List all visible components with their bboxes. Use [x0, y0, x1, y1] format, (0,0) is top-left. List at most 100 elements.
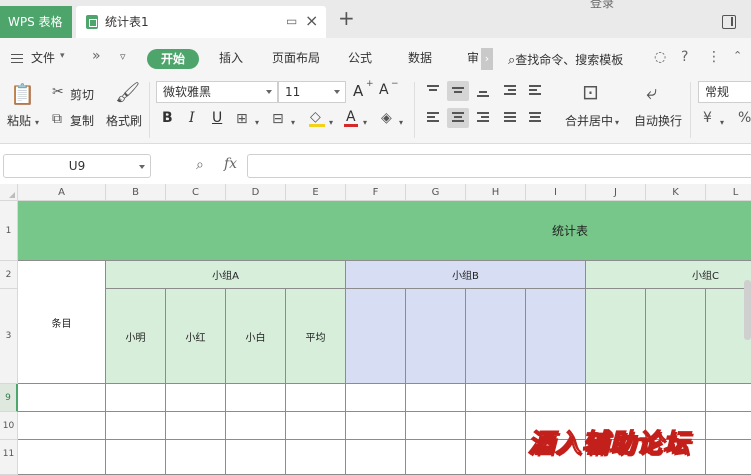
tab-page-layout[interactable]: 页面布局 — [272, 51, 320, 65]
shrink-font-button[interactable]: A — [379, 82, 389, 98]
column-header-j[interactable]: J — [586, 184, 646, 201]
table-cell[interactable] — [346, 440, 406, 475]
font-name-select[interactable]: 微软雅黑 — [156, 81, 278, 103]
scissors-icon[interactable]: ✂ — [52, 85, 64, 99]
table-cell[interactable] — [286, 412, 346, 440]
currency-icon[interactable]: ¥ — [703, 111, 712, 125]
table-cell[interactable] — [226, 384, 286, 412]
underline-button[interactable]: U — [212, 110, 222, 126]
insert-function-button[interactable]: fx — [224, 156, 237, 172]
item-header-cell[interactable]: 条目 — [18, 261, 106, 384]
column-header-g[interactable]: G — [406, 184, 466, 201]
justify-button[interactable] — [499, 108, 521, 128]
table-cell[interactable] — [706, 384, 751, 412]
row-header-3[interactable]: 3 — [0, 289, 18, 384]
group-b-header[interactable]: 小组B — [346, 261, 586, 289]
average-cell[interactable] — [526, 289, 586, 384]
grow-font-button[interactable]: A — [353, 82, 363, 100]
cell-style-icon[interactable]: ⊟ — [272, 112, 284, 126]
tab-review[interactable]: 审 — [467, 51, 479, 65]
table-cell[interactable] — [406, 440, 466, 475]
member-cell[interactable] — [586, 289, 646, 384]
border-icon[interactable]: ⊞ — [236, 112, 248, 126]
align-left-button[interactable] — [422, 108, 444, 128]
column-header-l[interactable]: L — [706, 184, 751, 201]
increase-indent-button[interactable] — [524, 81, 546, 101]
table-cell[interactable] — [18, 384, 106, 412]
decrease-indent-button[interactable] — [499, 81, 521, 101]
row-header-1[interactable]: 1 — [0, 201, 18, 261]
paste-icon[interactable]: 📋 — [10, 84, 35, 104]
align-bottom-button[interactable] — [472, 81, 494, 101]
tab-data[interactable]: 数据 — [408, 51, 432, 65]
app-tab-wps[interactable]: WPS 表格 — [0, 6, 72, 38]
table-cell[interactable] — [466, 412, 526, 440]
average-cell[interactable]: 平均 — [286, 289, 346, 384]
tab-document[interactable]: 统计表1 ▭ × — [76, 6, 326, 38]
table-cell[interactable] — [226, 412, 286, 440]
column-header-e[interactable]: E — [286, 184, 346, 201]
eraser-icon[interactable]: ◈ — [381, 111, 392, 125]
double-chevron-icon[interactable]: » — [92, 48, 101, 64]
number-format-select[interactable]: 常规 — [698, 81, 751, 103]
chevron-down-icon[interactable]: ▾ — [291, 116, 295, 130]
row-header-10[interactable]: 10 — [0, 412, 18, 440]
table-cell[interactable] — [18, 440, 106, 475]
tab-home[interactable]: 开始 — [147, 49, 200, 69]
font-color-button[interactable]: A — [346, 109, 356, 125]
table-title-cell[interactable]: 统计表 — [18, 201, 751, 261]
column-header-a[interactable]: A — [18, 184, 106, 201]
merge-center-button[interactable]: 合并居中 — [565, 112, 613, 129]
font-size-select[interactable]: 11 — [278, 81, 346, 103]
column-header-d[interactable]: D — [226, 184, 286, 201]
table-cell[interactable] — [18, 412, 106, 440]
select-all-corner[interactable] — [0, 184, 18, 201]
column-header-k[interactable]: K — [646, 184, 706, 201]
group-c-header[interactable]: 小组C — [586, 261, 751, 289]
name-box[interactable]: U9 — [3, 154, 151, 178]
tab-insert[interactable]: 插入 — [219, 51, 243, 65]
wrap-text-icon[interactable]: ⤶ — [646, 82, 657, 102]
table-cell[interactable] — [166, 440, 226, 475]
row-header-11[interactable]: 11 — [0, 440, 18, 475]
table-cell[interactable] — [106, 384, 166, 412]
vertical-scrollbar[interactable] — [744, 280, 751, 340]
screen-icon[interactable]: ▭ — [286, 14, 297, 28]
collapse-ribbon-icon[interactable]: ⌃ — [733, 49, 742, 62]
table-cell[interactable] — [106, 440, 166, 475]
table-cell[interactable] — [406, 384, 466, 412]
column-header-c[interactable]: C — [166, 184, 226, 201]
chevron-down-icon[interactable]: ▾ — [255, 116, 259, 130]
formula-input[interactable] — [247, 154, 751, 178]
login-link[interactable]: 登录 — [590, 0, 614, 11]
table-cell[interactable] — [466, 440, 526, 475]
table-cell[interactable] — [286, 440, 346, 475]
member-cell[interactable] — [646, 289, 706, 384]
wrap-text-button[interactable]: 自动换行 — [634, 112, 682, 129]
table-cell[interactable] — [166, 412, 226, 440]
comment-icon[interactable]: ◌ — [654, 49, 666, 65]
chevron-down-icon[interactable]: ▾ — [399, 116, 403, 130]
table-cell[interactable] — [466, 384, 526, 412]
chevron-down-icon[interactable]: ▾ — [363, 116, 367, 130]
chevron-down-icon[interactable]: ▾ — [720, 116, 724, 130]
table-cell[interactable] — [226, 440, 286, 475]
cut-button[interactable]: 剪切 — [70, 86, 94, 103]
table-cell[interactable] — [346, 384, 406, 412]
table-cell[interactable] — [286, 384, 346, 412]
tab-formulas[interactable]: 公式 — [348, 51, 372, 65]
more-options-icon[interactable]: ⋮ — [707, 49, 721, 65]
align-middle-button[interactable] — [447, 81, 469, 101]
column-header-b[interactable]: B — [106, 184, 166, 201]
close-tab-icon[interactable]: × — [305, 11, 318, 30]
group-a-header[interactable]: 小组A — [106, 261, 346, 289]
table-cell[interactable] — [586, 384, 646, 412]
chevron-down-icon[interactable]: ▿ — [120, 50, 126, 63]
menu-file[interactable]: 文件 — [31, 51, 55, 65]
row-header-9[interactable]: 9 — [0, 384, 18, 412]
table-cell[interactable] — [106, 412, 166, 440]
zoom-search-icon[interactable]: ⌕ — [196, 157, 204, 173]
table-cell[interactable] — [406, 412, 466, 440]
window-layout-icon[interactable] — [722, 15, 736, 29]
table-cell[interactable] — [346, 412, 406, 440]
